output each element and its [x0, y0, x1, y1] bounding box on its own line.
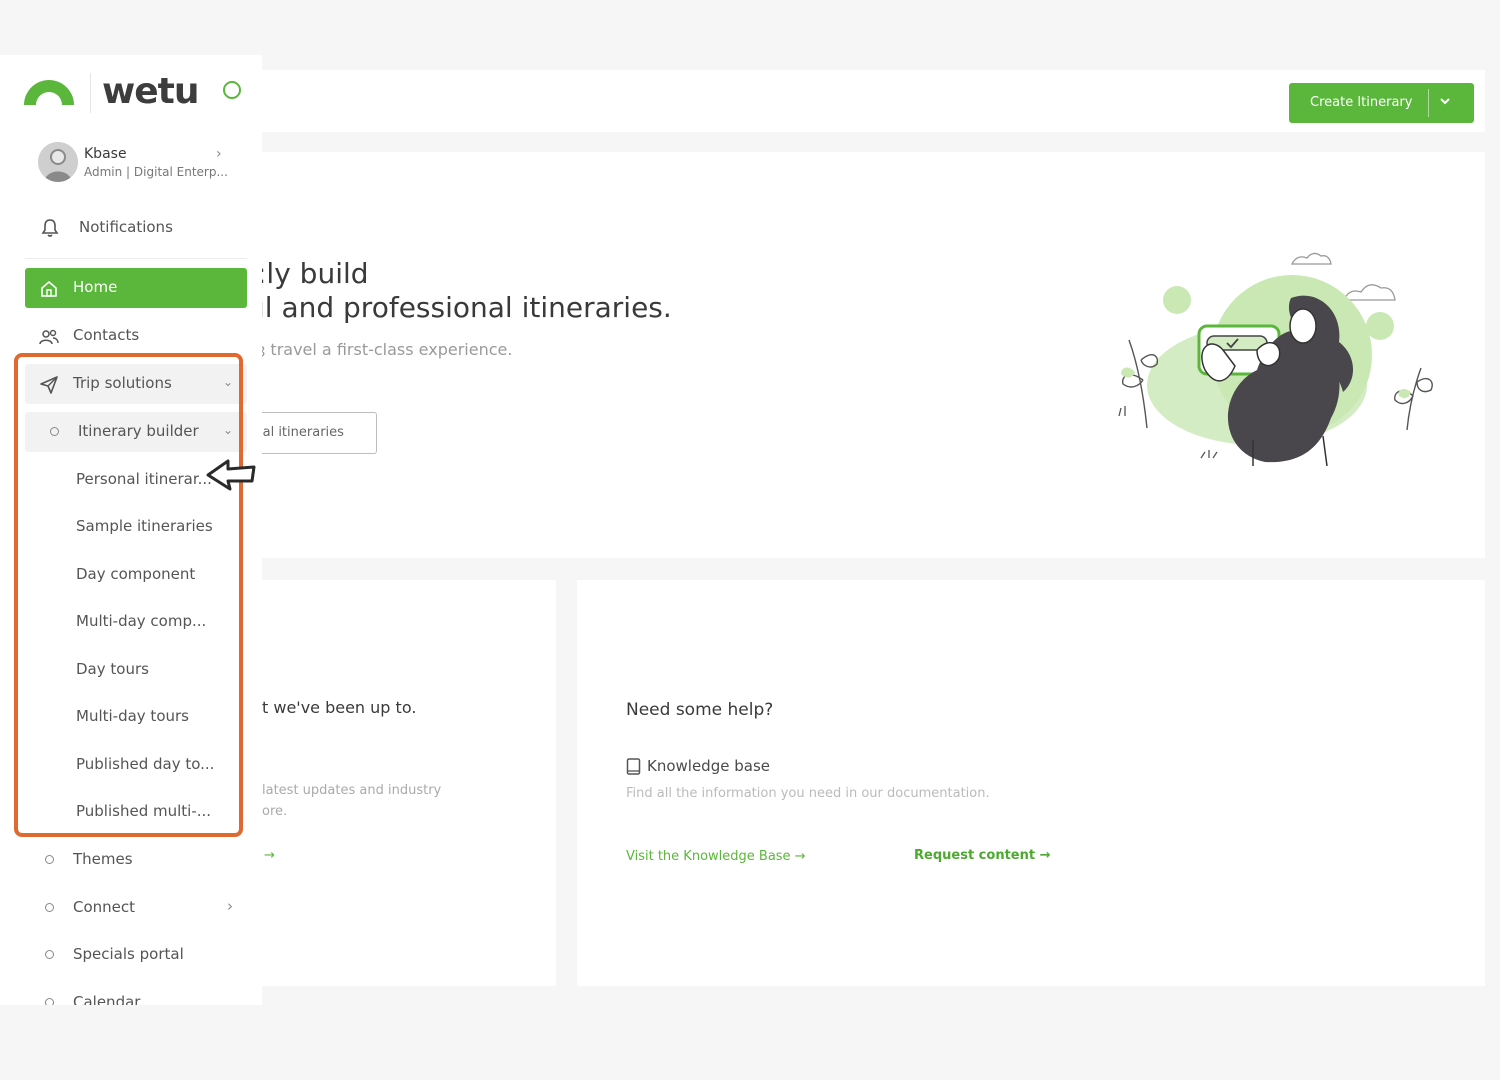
home-icon — [41, 280, 57, 297]
sidebar-item-label: Sample itineraries — [76, 517, 213, 535]
hero-button-label: ıal itineraries — [262, 425, 344, 440]
sidebar-item-specials-portal[interactable]: Specials portal — [25, 935, 247, 975]
sidebar-item-label: Connect — [73, 898, 136, 916]
bullet-icon — [45, 903, 54, 912]
sidebar-item-label: Day tours — [76, 660, 149, 678]
bell-icon — [41, 219, 59, 237]
hero-subtitle: ȝ travel a first-class experience. — [262, 340, 513, 359]
hero-heading-line2: ıl and professional itineraries. — [262, 291, 672, 324]
sidebar-item-home[interactable]: Home — [25, 268, 247, 308]
wetu-logo-mark — [24, 80, 74, 105]
sidebar-item-itinerary-builder[interactable]: Itinerary builder ⌄ — [25, 412, 247, 452]
sidebar-item-connect[interactable]: Connect › — [25, 888, 247, 928]
sidebar-item-label: Contacts — [73, 326, 140, 344]
sidebar-item-label: Multi-day tours — [76, 707, 189, 725]
sidebar-item-label: Calendar — [73, 993, 141, 1005]
status-indicator-icon[interactable] — [223, 81, 241, 99]
knowledge-base-label: Knowledge base — [647, 757, 770, 775]
sidebar-subitem-sample-itineraries[interactable]: Sample itineraries — [25, 507, 247, 547]
request-content-link[interactable]: Request content → — [914, 848, 1051, 863]
sidebar-item-notifications[interactable]: Notifications — [38, 215, 238, 241]
chevron-down-icon: ⌄ — [222, 423, 233, 437]
sidebar-item-label: Itinerary builder — [78, 422, 199, 440]
sidebar-subitem-day-component[interactable]: Day component — [25, 555, 247, 595]
logo-row: wetu — [22, 71, 252, 121]
sidebar-subitem-published-multi-day[interactable]: Published multi-... — [25, 792, 247, 832]
chevron-down-icon[interactable] — [1439, 95, 1451, 107]
updates-description-line1: latest updates and industry — [262, 783, 442, 798]
chevron-down-icon: ⌄ — [222, 375, 233, 389]
sidebar-item-label: Day component — [76, 565, 196, 583]
help-card: Need some help? Knowledge base Find all … — [577, 580, 1485, 986]
sidebar-item-label: Personal itinerar... — [76, 470, 212, 488]
bullet-icon — [45, 855, 54, 864]
updates-card: t we've been up to. latest updates and i… — [262, 580, 556, 986]
bullet-icon — [50, 427, 59, 436]
chevron-right-icon: › — [227, 897, 233, 915]
hero-heading-line1: :ly build — [262, 257, 369, 290]
send-icon — [40, 376, 58, 394]
sidebar-subitem-published-day-tours[interactable]: Published day to... — [25, 745, 247, 785]
hero-heading: :ly build ıl and professional itinerarie… — [262, 257, 672, 325]
bullet-icon — [45, 998, 54, 1005]
sidebar-item-trip-solutions[interactable]: Trip solutions ⌄ — [25, 364, 247, 404]
sidebar-item-label: Themes — [73, 850, 133, 868]
profile-name: Kbase — [84, 146, 127, 162]
sidebar-item-label: Home — [73, 278, 118, 296]
profile-menu[interactable]: Kbase Admin | Digital Enterp... › — [38, 142, 238, 186]
pointer-arrow-icon — [206, 459, 256, 491]
sidebar-item-themes[interactable]: Themes — [25, 840, 247, 880]
create-itinerary-label: Create Itinerary — [1310, 95, 1413, 110]
profile-role: Admin | Digital Enterp... — [84, 165, 228, 179]
book-icon — [626, 758, 641, 775]
divider — [25, 258, 247, 259]
chevron-right-icon: › — [216, 146, 222, 162]
hero-card: :ly build ıl and professional itinerarie… — [262, 152, 1485, 558]
updates-link-arrow[interactable]: → — [264, 848, 275, 863]
updates-description-line2: ore. — [262, 804, 288, 819]
updates-title: t we've been up to. — [262, 698, 417, 717]
sidebar-item-contacts[interactable]: Contacts — [25, 316, 247, 356]
sidebar: wetu Kbase Admin | Digital Enterp... › N… — [0, 55, 262, 1005]
sidebar-item-calendar[interactable]: Calendar — [25, 983, 247, 1005]
visit-knowledge-base-link[interactable]: Visit the Knowledge Base → — [626, 849, 806, 864]
sidebar-item-label: Published multi-... — [76, 802, 212, 820]
logo-text: wetu — [102, 71, 200, 112]
sidebar-item-label: Notifications — [79, 218, 173, 236]
sidebar-subitem-day-tours[interactable]: Day tours — [25, 650, 247, 690]
hero-personal-itineraries-button[interactable]: ıal itineraries — [262, 412, 377, 454]
help-description: Find all the information you need in our… — [626, 786, 990, 801]
logo-divider — [90, 73, 91, 113]
button-divider — [1428, 89, 1429, 117]
create-itinerary-button[interactable]: Create Itinerary — [1289, 83, 1474, 123]
sidebar-item-label: Multi-day comp... — [76, 612, 207, 630]
sidebar-subitem-multi-day-tours[interactable]: Multi-day tours — [25, 697, 247, 737]
users-icon — [39, 329, 59, 345]
hero-illustration — [1118, 252, 1433, 467]
sidebar-subitem-multi-day-component[interactable]: Multi-day comp... — [25, 602, 247, 642]
avatar — [38, 142, 78, 182]
sidebar-item-label: Trip solutions — [73, 374, 172, 392]
sidebar-item-label: Published day to... — [76, 755, 215, 773]
bullet-icon — [45, 950, 54, 959]
help-title: Need some help? — [626, 700, 774, 720]
sidebar-item-label: Specials portal — [73, 945, 184, 963]
